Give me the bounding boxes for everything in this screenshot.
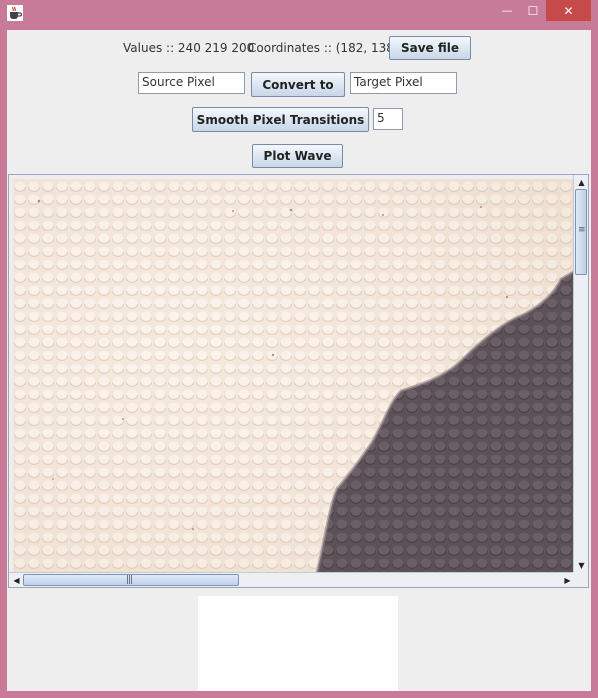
grip-icon: ≡ bbox=[578, 225, 586, 235]
scroll-corner bbox=[573, 572, 588, 587]
horizontal-scroll-thumb[interactable]: ||| bbox=[23, 574, 239, 586]
vertical-scrollbar[interactable]: ▲ ≡ ▼ bbox=[573, 175, 588, 573]
scroll-down-arrow-icon[interactable]: ▼ bbox=[575, 559, 588, 572]
java-cup-icon bbox=[7, 5, 23, 21]
source-pixel-field[interactable]: Source Pixel bbox=[138, 72, 245, 94]
plot-wave-button[interactable]: Plot Wave bbox=[252, 144, 343, 168]
smooth-amount-field[interactable]: 5 bbox=[373, 108, 403, 130]
coordinates-label: Coordinates :: (182, 138) bbox=[248, 41, 399, 55]
title-bar[interactable]: — ☐ ✕ bbox=[0, 0, 598, 30]
wave-plot-area bbox=[198, 596, 398, 691]
vertical-scroll-thumb[interactable]: ≡ bbox=[575, 189, 587, 275]
image-scroll-pane[interactable]: ▲ ≡ ▼ ◀ ||| ▶ bbox=[8, 174, 589, 588]
smooth-pixel-transitions-button[interactable]: Smooth Pixel Transitions bbox=[192, 107, 369, 132]
scroll-up-arrow-icon[interactable]: ▲ bbox=[575, 176, 588, 189]
main-panel: Values :: 240 219 200 Coordinates :: (18… bbox=[7, 30, 591, 691]
minimize-icon: — bbox=[501, 4, 513, 17]
horizontal-scrollbar[interactable]: ◀ ||| ▶ bbox=[9, 572, 575, 587]
close-button[interactable]: ✕ bbox=[546, 0, 591, 21]
target-pixel-field[interactable]: Target Pixel bbox=[350, 72, 457, 94]
maximize-button[interactable]: ☐ bbox=[520, 0, 546, 21]
image-viewport[interactable] bbox=[13, 179, 575, 573]
convert-to-button[interactable]: Convert to bbox=[251, 72, 345, 97]
grip-icon: ||| bbox=[126, 575, 133, 585]
pixel-values-label: Values :: 240 219 200 bbox=[123, 41, 255, 55]
paper-texture-image[interactable] bbox=[13, 179, 575, 573]
minimize-button[interactable]: — bbox=[494, 0, 520, 21]
save-file-button[interactable]: Save file bbox=[389, 36, 471, 60]
maximize-icon: ☐ bbox=[527, 3, 539, 18]
close-icon: ✕ bbox=[563, 3, 574, 18]
scroll-left-arrow-icon[interactable]: ◀ bbox=[10, 574, 23, 587]
